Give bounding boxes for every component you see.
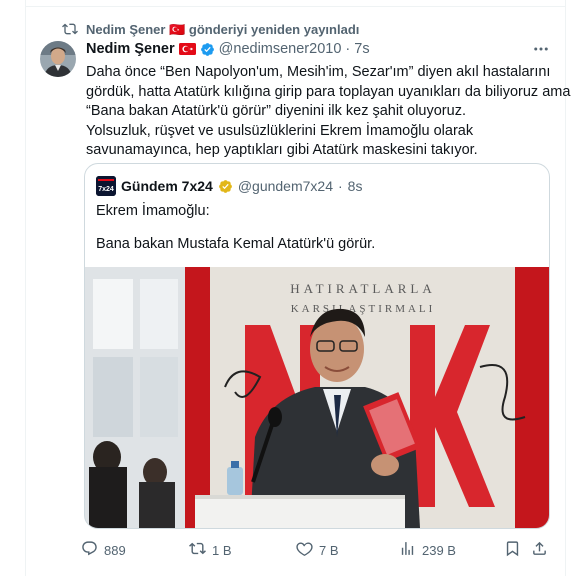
views-button[interactable]: 239 B xyxy=(399,539,456,561)
bookmark-button[interactable] xyxy=(504,539,521,561)
quoted-avatar[interactable]: 7x24 xyxy=(96,176,116,196)
repost-icon xyxy=(62,21,78,40)
share-icon xyxy=(531,540,548,560)
author-handle[interactable]: @nedimsener2010 xyxy=(219,41,342,57)
quoted-text-line: Bana bakan Mustafa Kemal Atatürk'ü görür… xyxy=(96,236,376,252)
views-chart-icon xyxy=(399,540,416,560)
quoted-tweet[interactable]: 7x24 Gündem 7x24 @gundem7x24 · 8s Ekrem … xyxy=(84,163,550,529)
turkey-flag-icon xyxy=(178,43,196,55)
bookmark-icon xyxy=(504,540,521,560)
quoted-handle[interactable]: @gundem7x24 xyxy=(238,178,333,194)
svg-text:HATIRATLARLA: HATIRATLARLA xyxy=(290,281,436,296)
tweet-actions: 889 1 B 7 B 239 B xyxy=(81,539,551,561)
quoted-timestamp[interactable]: 8s xyxy=(348,178,363,194)
heart-icon xyxy=(296,540,313,560)
quoted-tweet-header: 7x24 Gündem 7x24 @gundem7x24 · 8s xyxy=(96,176,362,196)
timestamp[interactable]: 7s xyxy=(354,41,369,57)
gold-verified-badge-icon[interactable] xyxy=(218,179,233,194)
repost-indicator[interactable]: Nedim Şener 🇹🇷 gönderiyi yeniden yayınla… xyxy=(62,21,359,39)
views-count: 239 B xyxy=(422,542,456,558)
separator: · xyxy=(338,178,343,194)
like-button[interactable]: 7 B xyxy=(296,539,339,561)
repost-count: 1 B xyxy=(212,542,232,558)
divider xyxy=(26,6,565,7)
verified-badge-icon[interactable] xyxy=(200,42,215,57)
author-name[interactable]: Nedim Şener xyxy=(86,41,175,57)
reply-button[interactable]: 889 xyxy=(81,539,126,561)
quoted-text-line: Ekrem İmamoğlu: xyxy=(96,203,210,219)
repost-button[interactable]: 1 B xyxy=(189,539,232,561)
share-button[interactable] xyxy=(531,539,548,561)
reply-count: 889 xyxy=(104,542,126,558)
svg-text:7x24: 7x24 xyxy=(98,186,114,193)
tweet-text: Daha önce “Ben Napolyon'um, Mesih'im, Se… xyxy=(86,63,571,161)
reply-icon xyxy=(81,540,98,560)
tweet-header: Nedim Şener @nedimsener2010 · 7s xyxy=(86,41,370,57)
repost-icon xyxy=(189,540,206,560)
svg-text:KARŞILAŞTIRMALI: KARŞILAŞTIRMALI xyxy=(291,303,436,315)
repost-text: Nedim Şener 🇹🇷 gönderiyi yeniden yayınla… xyxy=(86,22,360,37)
avatar[interactable] xyxy=(40,41,76,77)
separator: · xyxy=(345,41,351,57)
timeline-left-border xyxy=(25,0,26,576)
tweet-text-line: “Bana bakan Atatürk'ü görür” diyenini il… xyxy=(86,103,466,119)
tweet-text-line: gördük, hatta Atatürk kılığına girip par… xyxy=(86,83,571,100)
quoted-author-name[interactable]: Gündem 7x24 xyxy=(121,178,213,194)
more-options-icon[interactable] xyxy=(532,40,550,58)
tweet-text-line: Daha önce “Ben Napolyon'um, Mesih'im, Se… xyxy=(86,64,551,80)
quoted-media-image[interactable]: HATIRATLARLA KARŞILAŞTIRMALI xyxy=(85,267,549,528)
tweet-text-line: Yolsuzluk, rüşvet ve usulsüzlüklerini Ek… xyxy=(86,122,474,139)
tweet-text-line: savunamayınca, hep yaptıkları gibi Atatü… xyxy=(86,142,478,158)
like-count: 7 B xyxy=(319,542,339,558)
